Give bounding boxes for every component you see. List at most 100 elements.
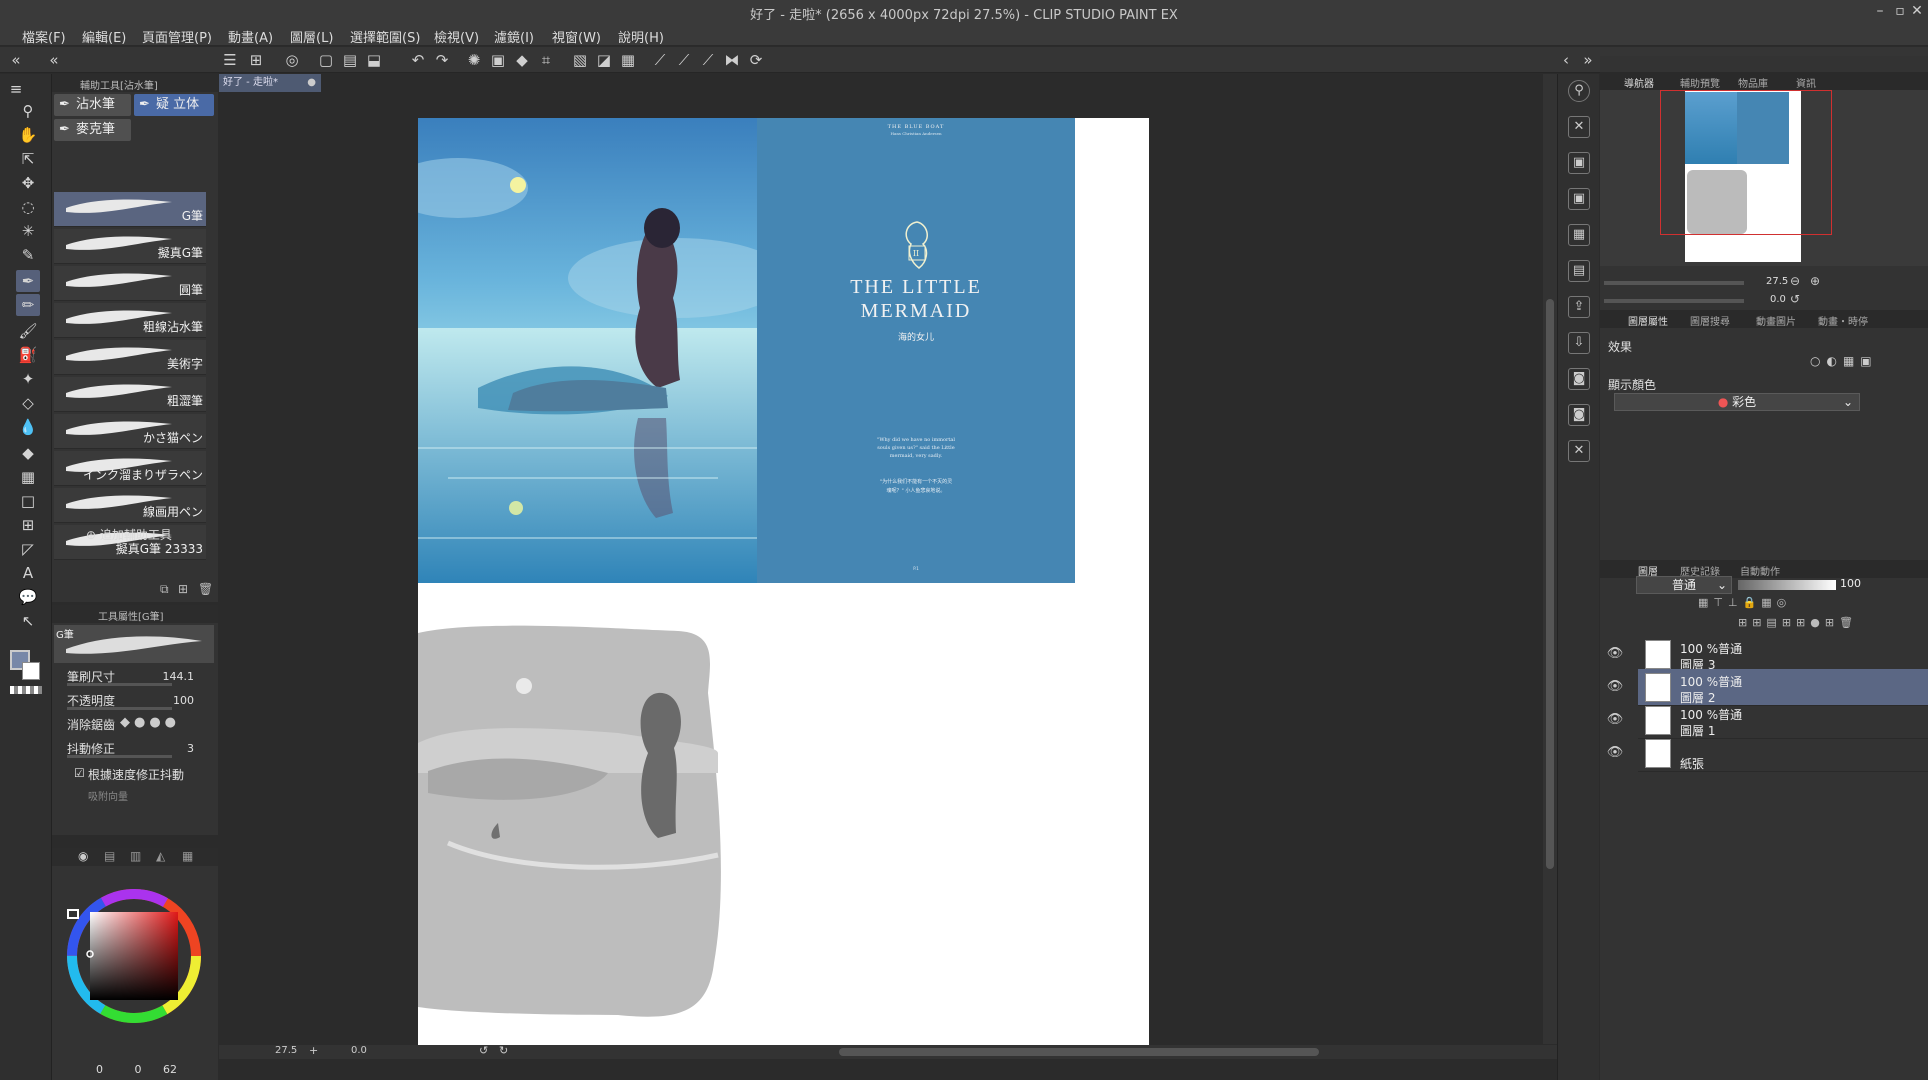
zoom-in-nav-icon[interactable]: ⊕ (1810, 274, 1820, 288)
brush-item[interactable]: 圓筆 (54, 266, 206, 301)
brush-item[interactable]: 粗線沾水筆 (54, 303, 206, 338)
brush-tool-icon[interactable]: 🖌 (16, 320, 40, 342)
zoom-value[interactable]: 27.5 (275, 1045, 297, 1056)
add-subtool-button[interactable]: ⊕ 追加輔助工具 (86, 526, 172, 543)
brush-item[interactable]: 美術字 (54, 340, 206, 375)
hand-tool-icon[interactable]: ✋ (16, 124, 40, 146)
operation-tool-icon[interactable]: ⇱ (16, 148, 40, 170)
brush-item[interactable]: G筆 (54, 192, 206, 227)
tab-layer-property[interactable]: 圖層屬性 (1628, 313, 1668, 328)
brush-item[interactable]: かさ猫ペン (54, 414, 206, 449)
new-canvas-icon[interactable]: ⊞ (246, 50, 266, 70)
navigator-viewport-frame[interactable] (1660, 90, 1832, 235)
brush-size-row[interactable]: 筆刷尺寸 144.1 (62, 665, 212, 687)
snap-ruler-icon[interactable]: ⟋ (650, 50, 670, 70)
search-icon[interactable]: ⚲ (1568, 80, 1590, 102)
blend-mode-select[interactable]: 普通 ⌄ (1636, 576, 1732, 594)
menu-layer[interactable]: 圖層(L) (290, 27, 333, 46)
layer-opacity-slider[interactable] (1738, 580, 1836, 590)
balloon-tool-icon[interactable]: 💬 (16, 586, 40, 608)
collapse-left-icon[interactable]: « (6, 50, 26, 70)
gradient-icon[interactable]: ▦ (16, 466, 40, 488)
menu-window[interactable]: 視窗(W) (552, 27, 601, 46)
material-icon[interactable]: ◎ (282, 50, 302, 70)
new-file-icon[interactable]: ▢ (316, 50, 336, 70)
camera-2-icon[interactable]: ◙ (1568, 404, 1590, 426)
color-wheel[interactable] (52, 848, 218, 1080)
display-color-select[interactable]: ● 彩色 ⌄ (1614, 393, 1860, 411)
stabilize-value[interactable]: 3 (187, 742, 194, 755)
layer-row[interactable]: 100 %普通 圖層 2 (1638, 669, 1928, 706)
eyedropper-icon[interactable]: ✎ (16, 244, 40, 266)
speed-stabilize-row[interactable]: ☑ 根據速度修正抖動 (62, 763, 212, 785)
selection-2-icon[interactable]: ◪ (594, 50, 614, 70)
navigator-zoom-row[interactable]: 27.5 ⊖ ⊕ (1604, 274, 1924, 292)
collapse-right-icon[interactable]: ‹ (1556, 50, 1576, 70)
text-tool-icon[interactable]: A (16, 562, 40, 584)
rotation-value[interactable]: 0.0 (351, 1045, 367, 1056)
zoom-out-icon[interactable]: ⊖ (1790, 274, 1800, 288)
canvas-area[interactable]: 好了 - 走啦* ● THE BLUE BOAT Hans Christian … (219, 74, 1557, 1059)
expand-right-icon[interactable]: » (1578, 50, 1598, 70)
subtool-tab-3d[interactable]: ✒ 疑 立体 (134, 94, 214, 116)
stabilize-row[interactable]: 抖動修正 3 (62, 737, 212, 759)
zoom-in-icon[interactable]: + (309, 1044, 318, 1057)
visibility-eye-icon[interactable]: 👁 (1606, 679, 1624, 697)
tab-navigator[interactable]: 導航器 (1624, 75, 1654, 90)
collapse-icon[interactable]: « (44, 50, 64, 70)
decoration-icon[interactable]: ✦ (16, 368, 40, 390)
visibility-eye-icon[interactable]: 👁 (1606, 646, 1624, 664)
tab-animation-cels[interactable]: 動畫圖片 (1756, 313, 1796, 328)
close-icon[interactable]: ✕ (1906, 2, 1928, 22)
navigator-angle-row[interactable]: 0.0 ↺ (1604, 292, 1924, 310)
export-icon[interactable]: ⇪ (1568, 296, 1590, 318)
undo-icon[interactable]: ↶ (408, 50, 428, 70)
import-icon[interactable]: ⇩ (1568, 332, 1590, 354)
brush-size-value[interactable]: 144.1 (163, 670, 195, 683)
tab-info[interactable]: 資訊 (1796, 75, 1816, 90)
redo-icon[interactable]: ↷ (432, 50, 452, 70)
speed-checkbox[interactable]: ☑ (74, 766, 85, 780)
cancel-icon[interactable]: ✕ (1568, 440, 1590, 462)
transparent-swatch[interactable] (10, 686, 42, 694)
clear-outside-icon[interactable]: ▣ (488, 50, 508, 70)
airbrush-icon[interactable]: ⛽ (16, 344, 40, 366)
pencil-tool-icon[interactable]: ✏ (16, 294, 40, 316)
delete-subtool-icon[interactable]: 🗑 (198, 582, 213, 596)
layer-row[interactable]: 紙張 (1638, 735, 1928, 772)
save-icon[interactable]: ⬓ (364, 50, 384, 70)
layer-row[interactable]: 100 %普通 圖層 1 (1638, 702, 1928, 739)
menu-select[interactable]: 選擇範圍(S) (350, 27, 420, 46)
horizontal-scrollbar[interactable]: 27.5 + 0.0 ↺ ↻ (219, 1044, 1557, 1059)
close-panel-icon[interactable]: ✕ (1568, 116, 1590, 138)
tab-auto-action[interactable]: 自動動作 (1740, 563, 1780, 578)
figure-tool-icon[interactable]: □ (16, 490, 40, 512)
strip-menu-icon[interactable]: ≡ (4, 78, 28, 100)
layer-action-buttons[interactable]: ⊞⊞▤⊞⊞●⊞🗑 (1738, 616, 1858, 629)
rotate-nav-icon[interactable]: ↺ (1790, 292, 1800, 306)
brush-item[interactable]: 粗澀筆 (54, 377, 206, 412)
tab-layer-search[interactable]: 圖層搜尋 (1690, 313, 1730, 328)
menu-filter[interactable]: 濾鏡(I) (494, 27, 534, 46)
brush-item[interactable]: 線画用ペン (54, 488, 206, 523)
document-tab[interactable]: 好了 - 走啦* ● (219, 74, 321, 92)
effect-buttons[interactable]: ○◐▦▣ (1810, 354, 1878, 368)
zoom-tool-icon[interactable]: ⚲ (16, 100, 40, 122)
subtool-tab-pen[interactable]: ✒ 沾水筆 (54, 94, 131, 116)
frame-tool-icon[interactable]: ⊞ (16, 514, 40, 536)
tab-timeline[interactable]: 動畫・時停 (1818, 313, 1868, 328)
snap-icon[interactable]: ⟋ (674, 50, 694, 70)
menu-file[interactable]: 檔案(F) (22, 27, 66, 46)
navigator-preview[interactable] (1600, 90, 1928, 266)
pen-tool-icon[interactable]: ✒ (16, 270, 40, 292)
vector-snap-row[interactable]: 吸附向量 (62, 785, 212, 807)
eraser-icon[interactable]: ◇ (16, 392, 40, 414)
material-panel-icon[interactable]: ▣ (1568, 152, 1590, 174)
copy-subtool-icon[interactable]: ⧉ (160, 582, 169, 597)
horizontal-scroll-thumb[interactable] (839, 1048, 1319, 1056)
blend-tool-icon[interactable]: 💧 (16, 416, 40, 438)
layer-lock-buttons[interactable]: ▦⊤⊥🔒▦◎ (1698, 596, 1791, 609)
lasso-tool-icon[interactable]: ◌ (16, 196, 40, 218)
antialias-row[interactable]: 消除鋸齒 ◆●●● (62, 713, 212, 735)
sub-color-swatch[interactable] (22, 662, 40, 680)
